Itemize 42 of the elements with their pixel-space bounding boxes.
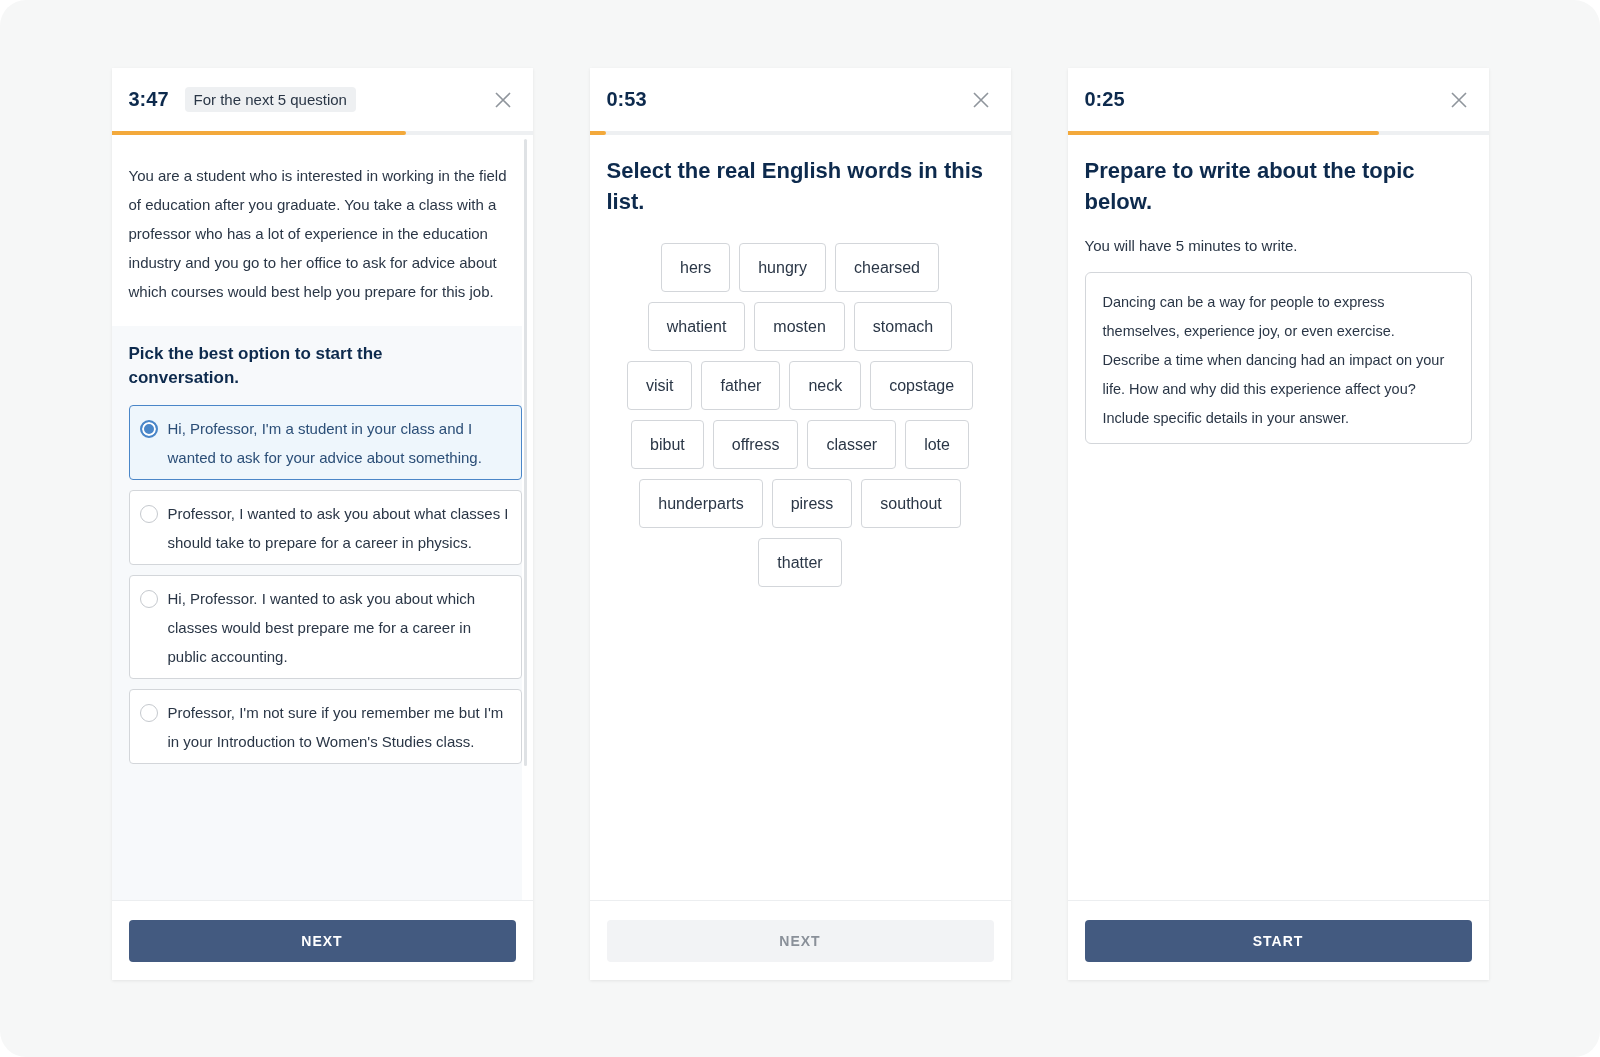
radio-button[interactable]	[139, 505, 158, 523]
word-option[interactable]: thatter	[758, 538, 842, 587]
close-icon[interactable]	[1450, 91, 1467, 108]
answer-option[interactable]: Hi, Professor, I'm a student in your class and I wanted to ask for your advice about something.	[128, 405, 522, 480]
word-option[interactable]: stomach	[853, 302, 953, 351]
topic-prompt-card: Dancing can be a way for people to express themselves, experience joy, or even exercise. Describe a time when dancing had an impact on your life. How and why did this experience affect you? Include specific details in your answer.	[1084, 272, 1472, 444]
close-icon[interactable]	[494, 91, 511, 108]
radio-button[interactable]	[139, 590, 158, 608]
scrollbar[interactable]	[523, 139, 527, 766]
word-option[interactable]: piress	[771, 479, 853, 528]
question-text: Pick the best option to start the conversation.	[128, 343, 384, 389]
word-option[interactable]: bibut	[631, 420, 704, 469]
word-option[interactable]: mosten	[754, 302, 845, 351]
question-count-tag: For the next 5 question	[184, 87, 356, 112]
word-option[interactable]: visit	[626, 361, 693, 410]
countdown-timer: 3:47	[128, 88, 169, 111]
passage-text: You are a student who is interested in working in the field of education after you graduate. You take a class with a professor who has a lot of experience in the education industry and you go to her office to ask for advice about which courses would best help you prepare for this job.	[127, 166, 508, 302]
radio-button[interactable]	[139, 704, 158, 722]
word-option[interactable]: lote	[905, 420, 969, 469]
answer-option[interactable]: Professor, I'm not sure if you remember me but I'm in your Introduction to Women's Studies class.	[128, 689, 522, 764]
start-button[interactable]: START	[1084, 919, 1472, 962]
answer-option[interactable]: Professor, I wanted to ask you about what classes I should take to prepare for a career in physics.	[128, 490, 522, 565]
word-option[interactable]: neck	[789, 361, 862, 410]
word-option[interactable]: whatient	[647, 302, 746, 351]
countdown-timer: 0:53	[606, 88, 647, 111]
close-icon[interactable]	[972, 91, 989, 108]
next-button[interactable]: NEXT	[128, 919, 516, 962]
answer-option[interactable]: Hi, Professor. I wanted to ask you about which classes would best prepare me for a career in public accounting.	[128, 575, 522, 679]
time-note: You will have 5 minutes to write.	[1084, 237, 1299, 254]
word-option[interactable]: hunderparts	[639, 479, 763, 528]
word-option[interactable]: offress	[712, 420, 799, 469]
countdown-timer: 0:25	[1084, 88, 1125, 111]
word-option[interactable]: father	[701, 361, 781, 410]
word-option[interactable]: copstage	[870, 361, 974, 410]
word-option[interactable]: hers	[661, 243, 731, 292]
word-option[interactable]: hungry	[739, 243, 827, 292]
word-option[interactable]: southout	[861, 479, 961, 528]
instruction-heading: Prepare to write about the topic below.	[1084, 157, 1416, 216]
word-option[interactable]: classer	[807, 420, 897, 469]
word-option[interactable]: chearsed	[835, 243, 939, 292]
instruction-heading: Select the real English words in this list.	[606, 157, 985, 216]
radio-button[interactable]	[139, 420, 158, 438]
